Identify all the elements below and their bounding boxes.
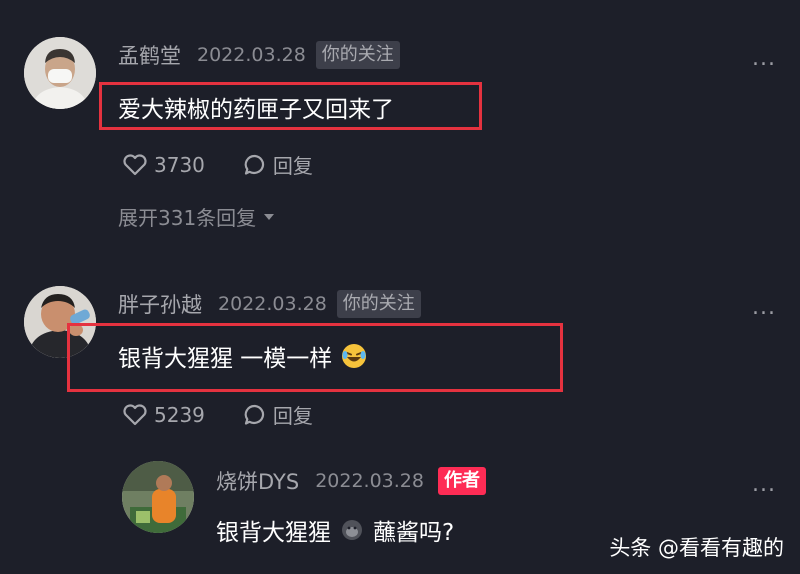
more-options-button[interactable]: ... (752, 295, 776, 320)
watermark: 头条 @看看有趣的 (609, 532, 784, 562)
comment-actions: 5239 回复 (122, 400, 313, 429)
author-tag: 作者 (437, 467, 486, 495)
caret-down-icon (264, 213, 275, 220)
username[interactable]: 孟鹤堂 (118, 40, 181, 70)
watermark-brand: 头条 (609, 536, 652, 560)
reply-button[interactable]: 回复 (243, 150, 313, 179)
expand-replies-label: 展开331条回复 (118, 206, 257, 230)
comment-date: 2022.03.28 (197, 44, 306, 66)
like-count: 5239 (154, 402, 205, 427)
reply-label: 回复 (272, 154, 313, 178)
comment-text: 银背大猩猩 一模一样 (118, 339, 368, 373)
like-button[interactable]: 5239 (122, 403, 205, 427)
comment-date: 2022.03.28 (218, 293, 327, 315)
chat-bubble-icon (244, 404, 264, 425)
reply-text-part1: 银背大猩猩 (216, 520, 331, 546)
more-options-button[interactable]: ... (752, 472, 776, 497)
reply-text-part2: 蘸酱吗? (373, 520, 455, 546)
username[interactable]: 胖子孙越 (118, 289, 202, 319)
heart-icon (123, 403, 147, 425)
avatar[interactable] (122, 461, 194, 533)
following-tag: 你的关注 (336, 290, 421, 318)
following-tag: 你的关注 (315, 41, 400, 69)
comment-actions: 3730 回复 (122, 150, 313, 179)
chat-bubble-icon (244, 154, 264, 175)
comment-meta: 孟鹤堂 2022.03.28 你的关注 (118, 40, 400, 70)
gorilla-emoji-icon (342, 520, 362, 540)
username[interactable]: 烧饼DYS (216, 466, 299, 496)
avatar[interactable] (24, 37, 96, 109)
comment-date: 2022.03.28 (315, 470, 424, 492)
reply-text: 银背大猩猩 蘸酱吗? (216, 513, 454, 547)
reply-label: 回复 (272, 404, 313, 428)
comment-text: 爱大辣椒的药匣子又回来了 (118, 97, 394, 123)
laughing-emoji-icon (342, 344, 367, 368)
comment-meta: 胖子孙越 2022.03.28 你的关注 (118, 289, 421, 319)
watermark-account: @看看有趣的 (658, 536, 784, 560)
more-options-button[interactable]: ... (752, 46, 776, 71)
expand-replies-button[interactable]: 展开331条回复 (118, 202, 276, 231)
reply-button[interactable]: 回复 (243, 400, 313, 429)
like-button[interactable]: 3730 (122, 153, 205, 177)
like-count: 3730 (154, 152, 205, 177)
comment-text-content: 银背大猩猩 一模一样 (118, 346, 333, 372)
heart-icon (123, 153, 147, 175)
reply-meta: 烧饼DYS 2022.03.28 作者 (216, 466, 486, 496)
